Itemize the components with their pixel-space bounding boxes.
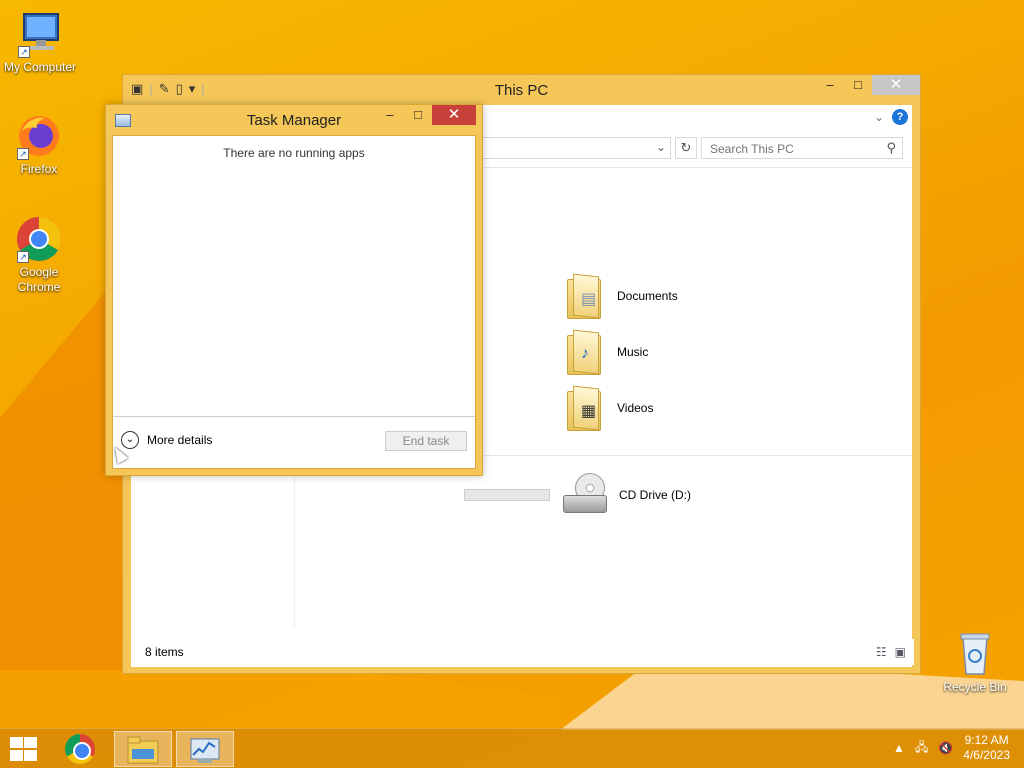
folder-videos[interactable]: ▦ Videos	[565, 385, 653, 431]
recycle-bin-icon	[951, 630, 999, 678]
desktop-icon-google-chrome[interactable]: ↗ Google Chrome	[0, 215, 79, 295]
shortcut-arrow-icon: ↗	[17, 148, 29, 160]
maximize-button[interactable]: □	[844, 75, 872, 95]
chevron-down-icon: ⌄	[121, 431, 139, 449]
item-count: 8 items	[145, 645, 184, 659]
large-icons-view-icon[interactable]: ▣	[895, 645, 906, 659]
drive-usage-bar	[464, 489, 550, 501]
status-bar: 8 items ☷ ▣	[131, 639, 914, 665]
details-view-icon[interactable]: ☷	[876, 645, 887, 659]
task-manager-title-bar[interactable]: Task Manager – □ ✕	[106, 105, 482, 135]
cd-drive-icon	[563, 473, 609, 517]
folder-label: Music	[617, 345, 649, 359]
videos-folder-icon: ▦	[565, 385, 603, 431]
music-folder-icon: ♪	[565, 329, 603, 375]
start-button[interactable]	[8, 737, 38, 761]
refresh-button[interactable]: ↻	[675, 137, 697, 159]
desktop-icon-my-computer[interactable]: ↗ My Computer	[0, 10, 80, 75]
folder-documents[interactable]: ▤ Documents	[565, 273, 678, 319]
chevron-down-icon[interactable]: ⌄	[656, 140, 666, 154]
maximize-button[interactable]: □	[404, 105, 432, 125]
documents-folder-icon: ▤	[565, 273, 603, 319]
volume-muted-icon[interactable]: 🔇	[938, 741, 953, 755]
chrome-icon: ↗	[15, 215, 63, 263]
minimize-button[interactable]: –	[816, 75, 844, 95]
more-details-label: More details	[147, 433, 213, 447]
search-icon[interactable]: ⚲	[886, 140, 896, 156]
clock-date: 4/6/2023	[963, 748, 1010, 762]
minimize-button[interactable]: –	[376, 105, 404, 125]
close-button[interactable]: ✕	[872, 75, 920, 95]
window-title: This PC	[494, 82, 549, 99]
file-explorer-icon	[127, 736, 159, 764]
chrome-icon	[65, 734, 95, 764]
clock[interactable]: 9:12 AM 4/6/2023	[963, 733, 1010, 763]
explorer-title-bar[interactable]: ▣ | ✎ ▯ ▾ | This PC – □ ✕	[123, 75, 920, 105]
task-manager-footer: ⌄ More details End task	[113, 416, 475, 468]
show-hidden-icons-icon[interactable]: ▲	[893, 741, 905, 755]
no-apps-message: There are no running apps	[223, 146, 365, 160]
taskbar-file-explorer[interactable]	[114, 731, 172, 767]
firefox-icon: ↗	[15, 112, 63, 160]
computer-icon: ↗	[16, 10, 64, 58]
folder-music[interactable]: ♪ Music	[565, 329, 648, 375]
desktop-icon-recycle-bin[interactable]: Recycle Bin	[935, 630, 1015, 695]
task-manager-content: There are no running apps ⌄ More details…	[112, 135, 476, 469]
folder-label: Documents	[617, 289, 678, 303]
system-tray: ▲ 🖧 🔇 9:12 AM 4/6/2023	[893, 733, 1010, 763]
desktop-icon-label: Recycle Bin	[943, 680, 1007, 694]
folder-label: Videos	[617, 401, 654, 415]
taskbar: ▲ 🖧 🔇 9:12 AM 4/6/2023	[0, 728, 1024, 768]
more-details-button[interactable]: ⌄ More details	[121, 431, 212, 449]
desktop-icon-label: Google Chrome	[17, 265, 61, 294]
desktop-icon-label: Firefox	[20, 162, 58, 176]
taskbar-chrome[interactable]	[52, 731, 110, 767]
search-input[interactable]	[710, 141, 870, 157]
desktop-icon-firefox[interactable]: ↗ Firefox	[0, 112, 79, 177]
shortcut-arrow-icon: ↗	[18, 46, 30, 58]
expand-ribbon-icon[interactable]: ⌄	[874, 110, 884, 124]
task-manager-icon	[190, 738, 220, 763]
network-icon[interactable]: 🖧	[915, 738, 928, 759]
close-button[interactable]: ✕	[432, 105, 476, 125]
search-box[interactable]: ⚲	[701, 137, 903, 159]
desktop-icon-label: My Computer	[3, 60, 77, 74]
address-bar[interactable]: ⌄	[461, 137, 671, 159]
drive-cd-d[interactable]: CD Drive (D:)	[563, 473, 691, 517]
help-icon[interactable]: ?	[892, 109, 908, 125]
clock-time: 9:12 AM	[964, 733, 1009, 747]
task-manager-window[interactable]: Task Manager – □ ✕ There are no running …	[105, 104, 483, 476]
end-task-button[interactable]: End task	[385, 431, 467, 451]
shortcut-arrow-icon: ↗	[17, 251, 29, 263]
drive-label: CD Drive (D:)	[619, 488, 691, 502]
taskbar-task-manager[interactable]	[176, 731, 234, 767]
